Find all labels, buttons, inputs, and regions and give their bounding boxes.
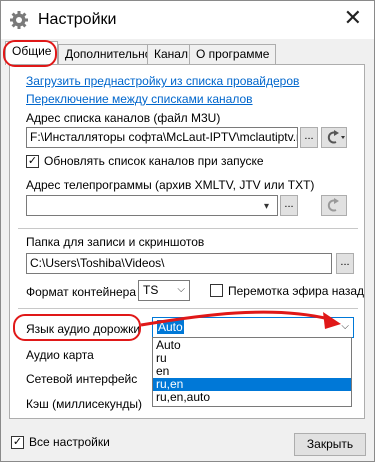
separator <box>18 228 358 229</box>
playlist-browse-button[interactable]: ... <box>300 127 318 148</box>
switch-lists-link[interactable]: Переключение между списками каналов <box>26 92 253 106</box>
epg-dropdown-icon[interactable]: ▾ <box>264 201 269 212</box>
chevron-down-icon: ⌵ <box>177 284 185 295</box>
record-folder-label: Папка для записи и скриншотов <box>26 235 205 249</box>
epg-refresh-button[interactable] <box>321 195 347 216</box>
audio-card-label: Аудио карта <box>26 348 94 362</box>
title-bar: Настройки ✕ <box>1 1 374 39</box>
tab-channel[interactable]: Канал <box>147 44 195 64</box>
annotation-oval <box>13 314 141 341</box>
epg-browse-button[interactable]: ... <box>280 195 298 216</box>
timeshift-checkbox[interactable] <box>210 284 223 297</box>
refresh-icon <box>327 198 339 212</box>
close-icon[interactable]: ✕ <box>344 7 362 29</box>
update-on-start-checkbox[interactable]: ✓ <box>26 155 39 168</box>
playlist-label: Адрес списка каналов (файл M3U) <box>26 111 221 125</box>
gear-icon <box>10 11 28 29</box>
annotation-oval <box>3 40 57 67</box>
playlist-input[interactable]: F:\Инсталляторы софта\McLaut-IPTV\mclaut… <box>26 127 298 148</box>
tab-about[interactable]: О программе <box>189 44 277 64</box>
dropdown-option[interactable]: ru,en,auto <box>153 391 351 404</box>
container-label: Формат контейнера <box>26 285 137 299</box>
audio-track-select[interactable]: Auto ⌵ <box>152 317 354 338</box>
dropdown-option[interactable]: ru <box>153 352 351 365</box>
container-select[interactable]: TS ⌵ <box>138 280 190 301</box>
epg-input[interactable] <box>26 195 278 216</box>
audio-track-value: Auto <box>157 320 184 334</box>
container-value: TS <box>143 283 159 297</box>
record-folder-browse-button[interactable]: ... <box>336 253 354 274</box>
separator <box>18 308 358 309</box>
dropdown-option[interactable]: Auto <box>153 339 351 352</box>
all-settings-checkbox[interactable]: ✓ <box>11 436 24 449</box>
refresh-icon <box>327 130 345 144</box>
epg-label: Адрес телепрограммы (архив XMLTV, JTV ил… <box>26 178 315 192</box>
all-settings-label: Все настройки <box>29 435 110 449</box>
update-on-start-label: Обновлять список каналов при запуске <box>44 154 264 168</box>
playlist-refresh-button[interactable] <box>321 127 347 148</box>
chevron-down-icon: ⌵ <box>341 321 349 332</box>
cache-label: Кэш (миллисекунды) <box>26 397 143 411</box>
close-button[interactable]: Закрыть <box>294 433 366 456</box>
window-title: Настройки <box>38 11 117 28</box>
settings-window: Настройки ✕ Общие Дополнительно Канал О … <box>0 0 375 462</box>
record-folder-input[interactable]: C:\Users\Toshiba\Videos\ <box>26 253 332 274</box>
timeshift-label: Перемотка эфира назад <box>228 284 365 298</box>
provider-preset-link[interactable]: Загрузить преднастройку из списка провай… <box>26 74 299 88</box>
audio-track-dropdown-list: Auto ru en ru,en ru,en,auto <box>152 337 352 407</box>
network-label: Сетевой интерфейс <box>26 372 138 386</box>
tab-advanced[interactable]: Дополнительно <box>58 44 159 64</box>
